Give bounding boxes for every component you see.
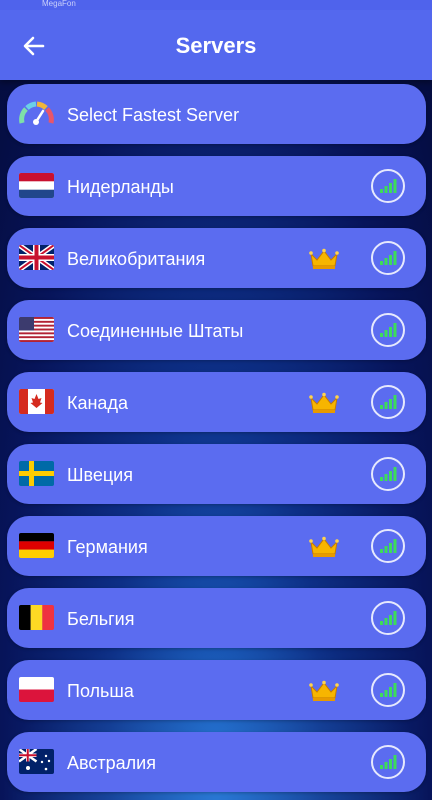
server-name: Соединенные Штаты	[67, 321, 244, 341]
server-list: Select Fastest Server Нидерланды Великобр…	[7, 84, 426, 800]
crown-icon	[308, 536, 340, 558]
server-row-us[interactable]: Соединенные Штаты	[7, 300, 426, 360]
flag-us-icon	[19, 317, 54, 342]
flag-nl-icon	[19, 173, 54, 198]
crown-icon	[308, 392, 340, 414]
server-row-gb[interactable]: Великобритания	[7, 228, 426, 288]
status-bar: MegaFon	[0, 0, 432, 10]
server-name: Бельгия	[67, 609, 135, 629]
select-fastest-server-button[interactable]: Select Fastest Server	[7, 84, 426, 144]
server-row-nl[interactable]: Нидерланды	[7, 156, 426, 216]
flag-se-icon	[19, 461, 54, 486]
signal-bars-icon[interactable]	[371, 529, 405, 563]
page-title: Servers	[175, 33, 257, 58]
server-name: Швеция	[67, 465, 133, 485]
server-row-be[interactable]: Бельгия	[7, 588, 426, 648]
flag-be-icon	[19, 605, 54, 630]
server-row-pl[interactable]: Польша	[7, 660, 426, 720]
flag-de-icon	[19, 533, 54, 558]
server-name: Великобритания	[67, 249, 206, 269]
signal-bars-icon[interactable]	[371, 745, 405, 779]
app-bar: MegaFon Servers	[0, 0, 432, 80]
server-name: Канада	[67, 393, 128, 413]
server-row-au[interactable]: Австралия	[7, 732, 426, 792]
signal-bars-icon[interactable]	[371, 601, 405, 635]
server-row-de[interactable]: Германия	[7, 516, 426, 576]
server-name: Нидерланды	[67, 177, 174, 197]
signal-bars-icon[interactable]	[371, 313, 405, 347]
flag-gb-icon	[19, 245, 54, 270]
select-fastest-label: Select Fastest Server	[67, 105, 240, 125]
crown-icon	[308, 680, 340, 702]
signal-bars-icon[interactable]	[371, 385, 405, 419]
server-name: Польша	[67, 681, 134, 701]
signal-bars-icon[interactable]	[371, 169, 405, 203]
server-name: Германия	[67, 537, 148, 557]
server-name: Австралия	[67, 753, 156, 773]
carrier-label: MegaFon	[42, 0, 76, 8]
server-row-ca[interactable]: Канада	[7, 372, 426, 432]
crown-icon	[308, 248, 340, 270]
signal-bars-icon[interactable]	[371, 673, 405, 707]
server-row-se[interactable]: Швеция	[7, 444, 426, 504]
speedometer-icon	[19, 101, 54, 125]
flag-pl-icon	[19, 677, 54, 702]
flag-au-icon	[19, 749, 54, 774]
flag-ca-icon	[19, 389, 54, 414]
signal-bars-icon[interactable]	[371, 241, 405, 275]
signal-bars-icon[interactable]	[371, 457, 405, 491]
